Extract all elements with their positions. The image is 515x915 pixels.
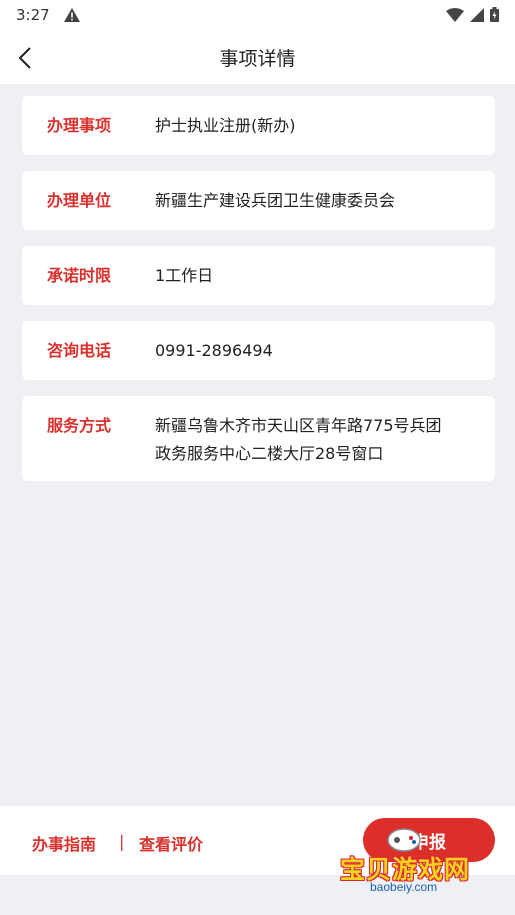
app-bar: 事项详情 <box>0 32 515 84</box>
phone-value[interactable]: 0991-2896494 <box>155 337 479 365</box>
detail-card-item: 办理事项 护士执业注册(新办) <box>22 96 495 155</box>
detail-card-time-limit: 承诺时限 1工作日 <box>22 246 495 305</box>
detail-label: 服务方式 <box>47 416 112 435</box>
address-line-1: 新疆乌鲁木齐市天山区青年路775号兵团 <box>155 416 442 435</box>
detail-label: 承诺时限 <box>47 265 112 285</box>
wifi-icon <box>446 7 464 22</box>
detail-value: 新疆生产建设兵团卫生健康委员会 <box>155 190 396 210</box>
detail-list: 办理事项 护士执业注册(新办) 办理单位 新疆生产建设兵团卫生健康委员会 承诺时… <box>22 96 495 497</box>
detail-value: 护士执业注册(新办) <box>155 115 296 135</box>
apply-label: 申报 <box>412 832 446 853</box>
detail-label: 办理事项 <box>47 115 112 135</box>
status-time: 3:27 <box>16 6 50 24</box>
watermark-url: baobeiy.com <box>370 880 438 894</box>
battery-icon <box>490 7 499 22</box>
detail-card-department: 办理单位 新疆生产建设兵团卫生健康委员会 <box>22 171 495 230</box>
detail-value: 1工作日 <box>155 265 214 285</box>
signal-icon <box>470 7 484 22</box>
detail-label: 咨询电话 <box>47 340 112 360</box>
system-icons <box>446 7 499 22</box>
bottom-action-bar: 办事指南 | 查看评价 申报 <box>0 806 515 875</box>
detail-value: 新疆乌鲁木齐市天山区青年路775号兵团 政务服务中心二楼大厅28号窗口 <box>155 412 479 468</box>
apply-button[interactable]: 申报 <box>363 818 495 862</box>
detail-card-service-location: 服务方式 新疆乌鲁木齐市天山区青年路775号兵团 政务服务中心二楼大厅28号窗口 <box>22 396 495 481</box>
address-line-2: 政务服务中心二楼大厅28号窗口 <box>155 444 384 463</box>
status-bar: 3:27 <box>0 0 515 32</box>
warning-icon <box>64 7 80 26</box>
detail-card-phone: 咨询电话 0991-2896494 <box>22 321 495 380</box>
link-separator: | <box>119 832 125 851</box>
review-link[interactable]: 查看评价 <box>139 831 203 855</box>
page-title: 事项详情 <box>219 48 296 70</box>
detail-label: 办理单位 <box>47 190 112 210</box>
guide-link[interactable]: 办事指南 <box>32 831 96 855</box>
